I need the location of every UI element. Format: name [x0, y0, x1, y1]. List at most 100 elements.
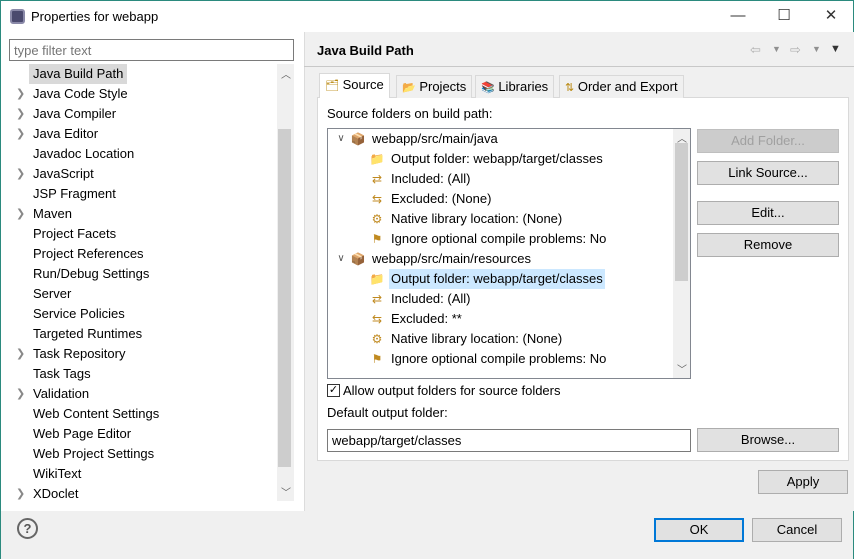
add-folder-button[interactable]: Add Folder...	[697, 129, 839, 153]
chevron-right-icon[interactable]: ❯	[16, 164, 25, 184]
source-folders-tree[interactable]: ∨ 📦 webapp/src/main/java 📁 Output folder: we…	[327, 128, 691, 379]
nav-item[interactable]: Project References	[1, 244, 276, 264]
native-library-icon: ⚙	[371, 332, 383, 346]
output-folder-icon: 📁	[369, 272, 385, 286]
libraries-icon: 📚	[481, 82, 495, 94]
chevron-right-icon[interactable]: ❯	[16, 384, 25, 404]
ok-button[interactable]: OK	[654, 518, 744, 542]
nav-item-label: Web Project Settings	[33, 446, 155, 461]
remove-button[interactable]: Remove	[697, 233, 839, 257]
apply-button[interactable]: Apply	[758, 470, 848, 494]
nav-item[interactable]: Project Facets	[1, 224, 276, 244]
back-dropdown-icon[interactable]: ▼	[772, 44, 781, 54]
tree-item-label: Included: (All)	[391, 171, 471, 186]
nav-item-label: XDoclet	[33, 486, 79, 501]
chevron-down-icon[interactable]: ∨	[333, 129, 349, 149]
nav-item[interactable]: ❯ Validation	[1, 384, 276, 404]
nav-item-label: Project Facets	[33, 226, 117, 241]
tree-item-label: Native library location: (None)	[391, 211, 563, 226]
forward-arrow-icon[interactable]: ⇨	[790, 42, 801, 58]
maximize-button[interactable]: ☐	[769, 5, 799, 27]
nav-item[interactable]: Web Project Settings	[1, 444, 276, 464]
forward-dropdown-icon[interactable]: ▼	[812, 44, 821, 54]
cancel-button[interactable]: Cancel	[752, 518, 842, 542]
nav-item[interactable]: Javadoc Location	[1, 144, 276, 164]
nav-item[interactable]: Service Policies	[1, 304, 276, 324]
allow-output-checkbox[interactable]: ✓	[327, 384, 340, 397]
nav-scroll-thumb[interactable]	[278, 129, 291, 467]
nav-item[interactable]: ❯ Task Repository	[1, 344, 276, 364]
nav-item[interactable]: ❯ Java Code Style	[1, 84, 276, 104]
nav-item-label: Web Content Settings	[33, 406, 160, 421]
nav-item-label: Javadoc Location	[33, 146, 135, 161]
header-divider	[304, 66, 854, 67]
scroll-down-icon[interactable]: ﹀	[677, 361, 687, 376]
nav-item[interactable]: Run/Debug Settings	[1, 264, 276, 284]
tab-label: Order and Export	[577, 79, 678, 94]
chevron-right-icon[interactable]: ❯	[16, 124, 25, 144]
default-output-input[interactable]: webapp/target/classes	[327, 429, 691, 452]
tree-item-label: Output folder: webapp/target/classes	[391, 151, 603, 166]
native-library-icon: ⚙	[371, 212, 383, 226]
scroll-up-icon[interactable]: ︿	[677, 130, 687, 145]
chevron-right-icon[interactable]: ❯	[16, 104, 25, 124]
chevron-right-icon[interactable]: ❯	[16, 204, 25, 224]
nav-item-label: Web Page Editor	[33, 426, 132, 441]
browse-button[interactable]: Browse...	[697, 428, 839, 452]
nav-item[interactable]: Web Content Settings	[1, 404, 276, 424]
back-arrow-icon[interactable]: ⇦	[750, 42, 761, 58]
exclusion-filter-icon: ⇆	[371, 312, 383, 326]
nav-item-label: Project References	[33, 246, 144, 261]
package-folder-icon: 📦	[350, 252, 366, 266]
nav-item-label: Run/Debug Settings	[33, 266, 150, 281]
tab-order-and-export[interactable]: ⇅ Order and Export	[559, 75, 684, 98]
tree-scrollbar[interactable]: ︿ ﹀	[673, 129, 690, 378]
nav-item-label: Service Policies	[33, 306, 125, 321]
nav-item[interactable]: ❯ Maven	[1, 204, 276, 224]
tab-source[interactable]: 🗂 Source	[319, 73, 390, 98]
edit-button[interactable]: Edit...	[697, 201, 839, 225]
scroll-down-icon[interactable]: ﹀	[281, 484, 291, 499]
allow-output-label: Allow output folders for source folders	[343, 383, 561, 398]
nav-item-label: Java Build Path	[29, 64, 128, 84]
inclusion-filter-icon: ⇄	[371, 292, 383, 306]
minimize-button[interactable]: —	[723, 5, 753, 27]
nav-item[interactable]: ❯ Java Compiler	[1, 104, 276, 124]
chevron-right-icon[interactable]: ❯	[16, 344, 25, 364]
filter-input[interactable]	[9, 39, 294, 61]
nav-item[interactable]: Targeted Runtimes	[1, 324, 276, 344]
chevron-down-icon[interactable]: ∨	[333, 249, 349, 269]
chevron-right-icon[interactable]: ❯	[16, 84, 25, 104]
nav-item-label: Maven	[33, 206, 73, 221]
nav-item[interactable]: ❯ Java Editor	[1, 124, 276, 144]
nav-item-label: JSP Fragment	[33, 186, 116, 201]
scroll-up-icon[interactable]: ︿	[281, 66, 291, 81]
tree-item-label: Excluded: **	[391, 311, 462, 326]
nav-item[interactable]: ❯ XDoclet	[1, 484, 276, 504]
nav-item[interactable]: ❯ JavaScript	[1, 164, 276, 184]
nav-item-label: Task Repository	[33, 346, 126, 361]
nav-item[interactable]: Java Build Path	[1, 64, 276, 84]
help-icon[interactable]: ?	[17, 518, 38, 539]
link-source-button[interactable]: Link Source...	[697, 161, 839, 185]
page-title: Java Build Path	[317, 43, 414, 58]
output-folder-icon: 📁	[369, 152, 385, 166]
tree-scroll-thumb[interactable]	[675, 143, 688, 281]
nav-item[interactable]: JSP Fragment	[1, 184, 276, 204]
chevron-right-icon[interactable]: ❯	[16, 484, 25, 504]
dialog-button-bar: ? OK Cancel	[1, 511, 853, 559]
window-title: Properties for webapp	[31, 9, 159, 24]
nav-item-label: Targeted Runtimes	[33, 326, 143, 341]
tab-projects[interactable]: 📂 Projects	[396, 75, 473, 98]
exclusion-filter-icon: ⇆	[371, 192, 383, 206]
nav-item[interactable]: Web Page Editor	[1, 424, 276, 444]
nav-item[interactable]: Server	[1, 284, 276, 304]
nav-item-label: Server	[33, 286, 72, 301]
view-menu-icon[interactable]: ▼	[830, 43, 841, 55]
nav-item[interactable]: Task Tags	[1, 364, 276, 384]
close-button[interactable]: ✕	[816, 5, 846, 27]
nav-item-label: Validation	[33, 386, 90, 401]
properties-dialog: Properties for webapp — ☐ ✕ Java Build P…	[0, 0, 854, 559]
nav-item[interactable]: WikiText	[1, 464, 276, 484]
tab-libraries[interactable]: 📚 Libraries	[475, 75, 555, 98]
